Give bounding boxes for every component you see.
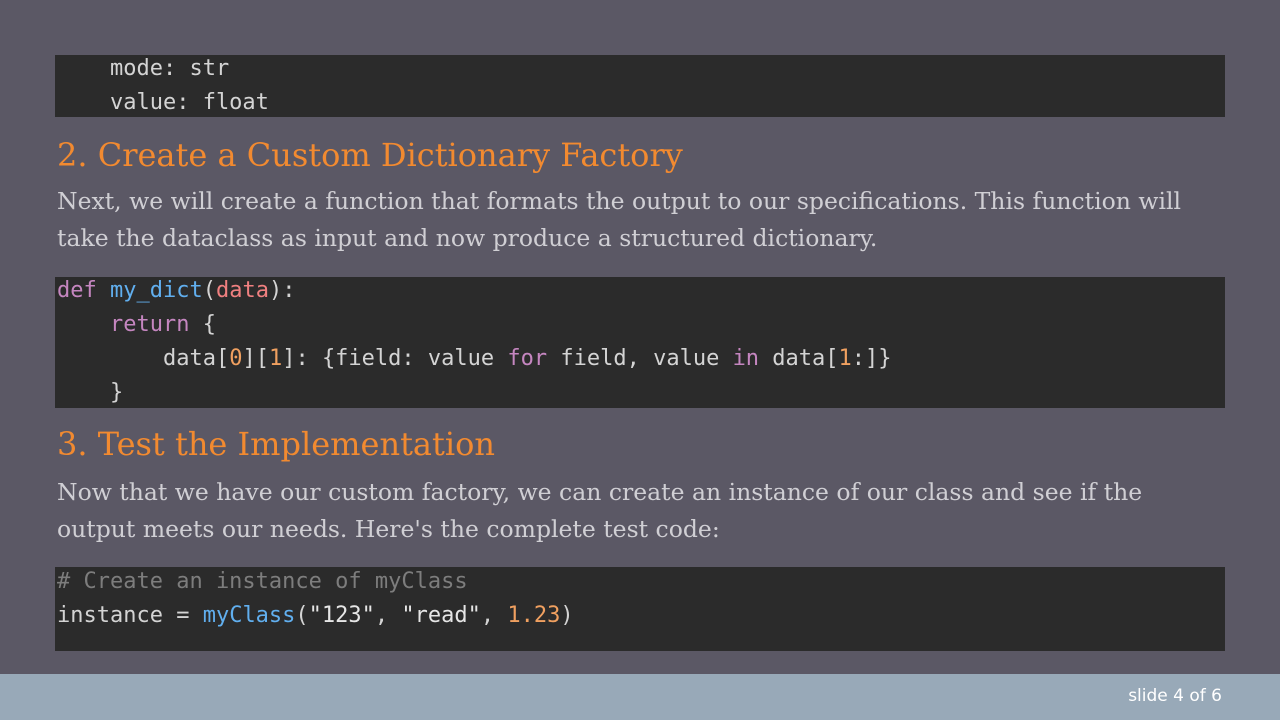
param-name: data — [215, 278, 269, 303]
string-literal: "read" — [401, 603, 481, 628]
section-heading-3: 3. Test the Implementation — [57, 425, 495, 463]
function-name: myClass — [202, 603, 296, 628]
keyword-return: return — [109, 312, 190, 337]
code-line: value: float — [57, 90, 269, 115]
section-heading-2: 2. Create a Custom Dictionary Factory — [57, 136, 683, 174]
code-text: ]: {field: value — [282, 346, 508, 371]
slide-number: slide 4 of 6 — [1128, 686, 1222, 706]
paren-open: ( — [202, 278, 216, 303]
code-line: return { — [57, 308, 216, 342]
code-text: :]} — [851, 346, 892, 371]
code-text: , — [480, 603, 508, 628]
code-text: { — [189, 312, 216, 337]
code-line: } — [57, 380, 124, 405]
number-literal: 1 — [268, 346, 283, 371]
code-block-my-dict: def my_dict(data): return { data[0][1]: … — [55, 277, 1225, 408]
code-line: instance = myClass("123", "read", 1.23) — [57, 599, 574, 633]
code-text: ][ — [242, 346, 269, 371]
code-line: def my_dict(data): — [57, 274, 295, 308]
code-text: field, value — [547, 346, 733, 371]
code-text: , — [374, 603, 402, 628]
keyword-for: for — [507, 346, 548, 371]
function-name: my_dict — [110, 278, 203, 303]
code-text: ) — [560, 603, 574, 628]
code-text: instance = — [57, 603, 203, 628]
string-literal: "123" — [308, 603, 375, 628]
slide: mode: str value: float 2. Create a Custo… — [0, 0, 1280, 674]
number-literal: 1 — [838, 346, 852, 371]
code-line: data[0][1]: {field: value for field, val… — [57, 342, 892, 376]
code-text: data[ — [162, 346, 230, 371]
code-comment: # Create an instance of myClass — [57, 569, 468, 594]
section-paragraph-2: Next, we will create a function that for… — [57, 187, 1181, 252]
code-text: data[ — [759, 346, 839, 371]
slide-footer: slide 4 of 6 — [0, 674, 1280, 720]
number-literal: 1.23 — [507, 603, 561, 628]
section-paragraph-3: Now that we have our custom factory, we … — [57, 478, 1143, 543]
number-literal: 0 — [229, 346, 243, 371]
code-block-dataclass-fields: mode: str value: float — [55, 55, 1225, 117]
code-text: ( — [295, 603, 309, 628]
paren-close: ): — [268, 278, 296, 303]
code-block-test: # Create an instance of myClass instance… — [55, 567, 1225, 651]
code-line: mode: str — [57, 56, 230, 81]
keyword-def: def — [57, 278, 97, 303]
keyword-in: in — [732, 346, 760, 371]
